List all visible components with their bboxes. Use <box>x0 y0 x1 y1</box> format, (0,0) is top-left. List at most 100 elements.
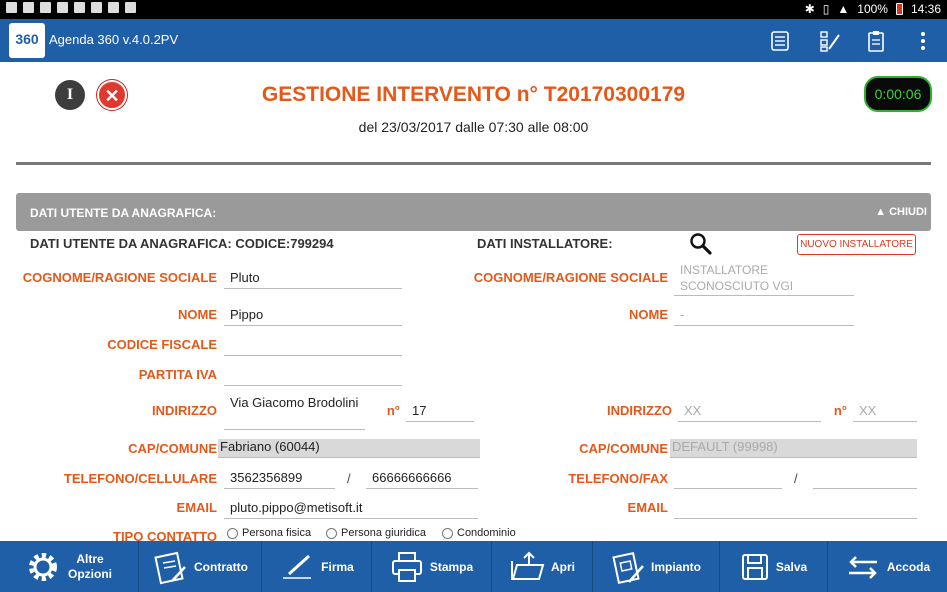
system-status-bar: ✱ ▯ ▲ 100% 14:36 <box>0 0 947 19</box>
surname-field[interactable]: Pluto <box>224 270 402 289</box>
print-button[interactable]: Stampa <box>372 541 492 592</box>
more-vert-icon[interactable] <box>912 30 934 52</box>
mobile-field[interactable]: 66666666666 <box>366 470 478 489</box>
surname-label: COGNOME/RAGIONE SOCIALE <box>22 270 217 285</box>
open-button[interactable]: Apri <box>492 541 593 592</box>
app-bar: 360 Agenda 360 v.4.0.2PV <box>0 19 947 62</box>
swap-arrows-icon <box>848 555 877 579</box>
customer-header: DATI UTENTE DA ANAGRAFICA: CODICE:799294 <box>30 236 334 251</box>
vat-field[interactable] <box>224 367 402 386</box>
installer-number-field[interactable]: XX <box>853 403 917 422</box>
radio-circle[interactable] <box>227 527 238 539</box>
mail-icon <box>23 2 34 13</box>
list-icon[interactable] <box>769 30 791 52</box>
name-field[interactable]: Pippo <box>224 307 402 326</box>
new-installer-button[interactable]: NUOVO INSTALLATORE <box>797 234 916 255</box>
print-label: Stampa <box>429 559 474 574</box>
sign-button[interactable]: Firma <box>262 541 372 592</box>
plant-icon <box>612 551 644 584</box>
tax-code-label: CODICE FISCALE <box>107 337 217 352</box>
divider <box>16 162 931 165</box>
installer-email-field[interactable] <box>674 500 917 519</box>
battery-icon <box>895 3 903 15</box>
timer[interactable]: 0:00:06 <box>864 76 932 112</box>
installer-phone-label: TELEFONO/FAX <box>568 471 668 486</box>
installer-phone-field[interactable] <box>674 470 782 489</box>
address-field[interactable]: Via Giacomo Brodolini <box>224 395 365 430</box>
radio-label: Persona giuridica <box>341 527 426 539</box>
notification-icons <box>6 2 136 13</box>
phone-separator: / <box>347 471 351 486</box>
radio-persona-fisica[interactable]: Persona fisica <box>227 527 311 539</box>
number-field[interactable]: 17 <box>406 403 474 422</box>
installer-address-label: INDIRIZZO <box>607 403 672 418</box>
installer-address-field[interactable]: XX <box>678 403 821 422</box>
vat-label: PARTITA IVA <box>138 367 217 382</box>
section-title: DATI UTENTE DA ANAGRAFICA: <box>30 206 217 220</box>
radio-circle[interactable] <box>326 527 337 539</box>
other-options-button[interactable]: Altre Opzioni <box>0 541 139 592</box>
app-icon <box>40 2 51 13</box>
printer-icon <box>391 551 422 582</box>
folder-open-icon <box>511 551 545 580</box>
contract-label: Contratto <box>194 559 248 574</box>
name-label: NOME <box>178 307 217 322</box>
photo-icon <box>125 2 136 13</box>
clock: 14:36 <box>910 2 941 16</box>
email-label: EMAIL <box>176 500 217 515</box>
zip-field[interactable]: Fabriano (60044) <box>218 439 480 458</box>
save-button[interactable]: Salva <box>720 541 828 592</box>
email-field[interactable]: pluto.pippo@metisoft.it <box>224 500 478 519</box>
installer-header: DATI INSTALLATORE: <box>477 236 613 251</box>
bottom-toolbar: Altre Opzioni Contratto Firma Stampa Apr… <box>0 541 947 592</box>
zip-label: CAP/COMUNE <box>128 441 217 456</box>
tax-code-field[interactable] <box>224 337 402 356</box>
number-label: n° <box>386 403 400 418</box>
pen-icon <box>283 554 312 579</box>
installer-name-field[interactable]: - <box>674 307 854 326</box>
sitemap-edit-icon[interactable] <box>819 30 841 52</box>
gear-icon <box>29 552 57 581</box>
bluetooth-icon: ✱ <box>804 2 815 16</box>
installer-surname-label: COGNOME/RAGIONE SOCIALE <box>473 270 668 285</box>
save-icon <box>741 553 768 580</box>
app-title: Agenda 360 v.4.0.2PV <box>49 32 179 47</box>
notification-icon <box>6 2 17 13</box>
radio-persona-giuridica[interactable]: Persona giuridica <box>326 527 426 539</box>
other-options-label: Altre Opzioni <box>68 551 112 581</box>
open-label: Apri <box>551 559 575 574</box>
calendar-icon <box>108 2 119 13</box>
radio-circle[interactable] <box>442 527 453 539</box>
plant-button[interactable]: Impianto <box>593 541 720 592</box>
installer-fax-field[interactable] <box>813 470 917 489</box>
contract-button[interactable]: Contratto <box>139 541 262 592</box>
save-label: Salva <box>775 559 808 574</box>
installer-zip-label: CAP/COMUNE <box>579 441 668 456</box>
flag-icon <box>91 2 102 13</box>
installer-email-label: EMAIL <box>627 500 668 515</box>
phone-label: TELEFONO/CELLULARE <box>63 471 217 486</box>
installer-zip-field[interactable]: DEFAULT (99998) <box>670 439 917 458</box>
search-icon[interactable] <box>689 232 713 256</box>
radio-condominio[interactable]: Condominio <box>442 527 516 539</box>
page-title: GESTIONE INTERVENTO n° T20170300179 <box>261 83 686 106</box>
radio-label: Persona fisica <box>242 527 312 539</box>
installer-surname-field[interactable]: INSTALLATORE SCONOSCIUTO VGI <box>674 262 854 296</box>
contract-icon <box>154 551 186 584</box>
clipboard-icon[interactable] <box>865 30 887 52</box>
queue-label: Accoda <box>886 559 931 574</box>
collapse-toggle[interactable]: ▲ CHIUDI <box>875 206 927 218</box>
installer-number-label: n° <box>833 403 847 418</box>
installer-phone-separator: / <box>794 471 798 486</box>
installer-name-label: NOME <box>629 307 668 322</box>
queue-button[interactable]: Accoda <box>828 541 947 592</box>
battery-percent: 100% <box>857 2 888 16</box>
signal-icon: ▲ <box>837 2 850 16</box>
section-header[interactable]: DATI UTENTE DA ANAGRAFICA: ▲ CHIUDI <box>16 193 931 231</box>
plant-label: Impianto <box>651 559 701 574</box>
phone-field[interactable]: 3562356899 <box>224 470 335 489</box>
sign-label: Firma <box>321 559 354 574</box>
appointment-time: del 23/03/2017 dalle 07:30 alle 08:00 <box>358 119 589 135</box>
vibrate-icon: ▯ <box>822 2 830 16</box>
flag-icon <box>57 2 68 13</box>
